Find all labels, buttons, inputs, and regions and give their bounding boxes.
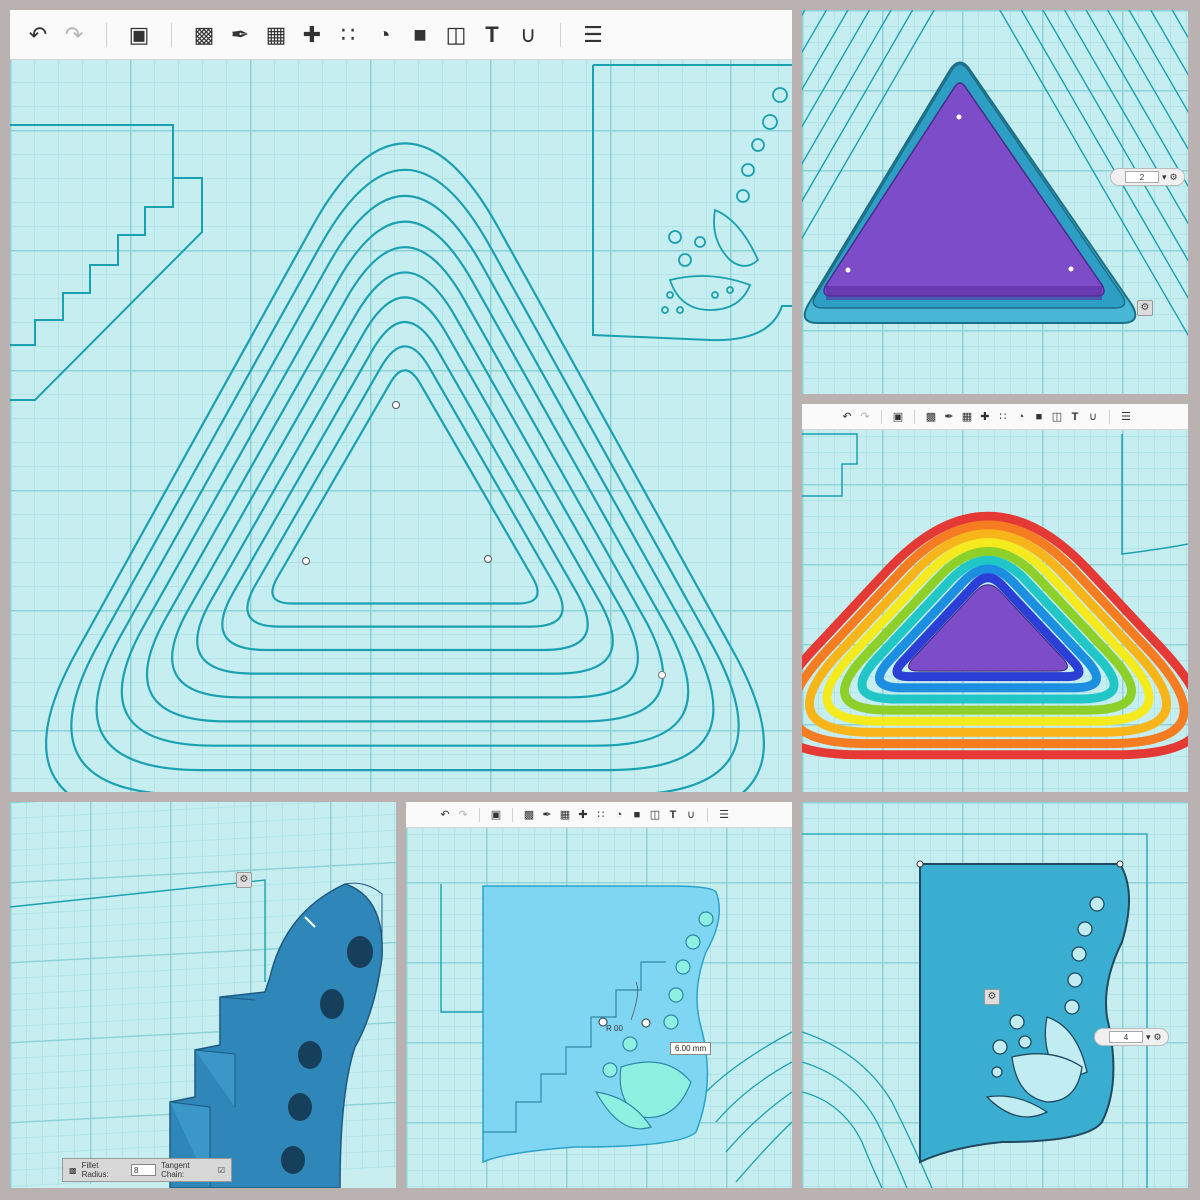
undo-icon[interactable]: ↶ xyxy=(838,407,856,427)
snap-icon[interactable]: ∷ xyxy=(994,407,1012,427)
offset-spinner[interactable]: 4 ▾ ⚙ xyxy=(1094,1028,1169,1046)
offset-spinner-value[interactable]: 2 xyxy=(1125,171,1159,183)
measure-icon[interactable]: ∪ xyxy=(682,805,700,825)
toolbar-divider xyxy=(171,22,172,47)
radius-label: R 00 xyxy=(606,1024,623,1033)
main-toolbar: ↶ ↷ ▣ ▩ ✒ ▦ ✚ ∷ ◔ ■ ◫ T ∪ ☰ xyxy=(10,10,792,60)
combine-icon[interactable]: ◔ xyxy=(610,805,628,825)
gear-icon[interactable]: ⚙ xyxy=(1170,172,1178,183)
redo-icon[interactable]: ↷ xyxy=(56,17,92,53)
sketch-drawing xyxy=(10,64,792,792)
rainbow-stack-panel[interactable]: ↶ ↷ ▣ ▩ ✒ ▦ ✚ ∷ ◔ ■ ◫ T ∪ ☰ xyxy=(802,404,1188,792)
toolbar-divider xyxy=(1109,409,1110,424)
top-right-3d-panel[interactable]: 2 ▾ ⚙ ⚙ xyxy=(802,10,1188,394)
revolve-icon[interactable]: ▦ xyxy=(556,805,574,825)
sweep-icon[interactable]: ✒ xyxy=(940,407,958,427)
redo-icon[interactable]: ↷ xyxy=(856,407,874,427)
offset-spinner[interactable]: 2 ▾ ⚙ xyxy=(1110,168,1185,186)
materials-icon[interactable]: ☰ xyxy=(715,805,733,825)
text-tool-icon[interactable]: T xyxy=(474,17,510,53)
dropdown-arrow-icon[interactable]: ▾ xyxy=(1162,172,1167,183)
combine-icon[interactable]: ◔ xyxy=(366,17,402,53)
plate-sketch-drawing xyxy=(440,884,792,1183)
text-tool-icon[interactable]: T xyxy=(1066,407,1084,427)
pattern-icon[interactable]: ✚ xyxy=(976,407,994,427)
mini-toolbar: ↶ ↷ ▣ ▩ ✒ ▦ ✚ ∷ ◔ ■ ◫ T ∪ ☰ xyxy=(802,404,1188,430)
gear-icon[interactable]: ⚙ xyxy=(1154,1032,1162,1043)
fillet-toolbar: ▩ Fillet Radius: 8 Tangent Chain: ☑ xyxy=(62,1158,232,1182)
fillet-panel[interactable]: ⚙ ▩ Fillet Radius: 8 Tangent Chain: ☑ xyxy=(10,802,396,1188)
dropdown-arrow-icon[interactable]: ▾ xyxy=(1146,1032,1151,1043)
tangent-chain-label: Tangent Chain: xyxy=(161,1161,190,1179)
dimension-input[interactable]: 6.00 mm xyxy=(670,1042,712,1055)
rainbow-drawing xyxy=(802,433,1188,760)
extrude-icon[interactable]: ▩ xyxy=(186,17,222,53)
fillet-radius-input[interactable]: 8 xyxy=(130,1164,157,1176)
extruded-plate-drawing xyxy=(10,879,383,1188)
snap-icon[interactable]: ∷ xyxy=(592,805,610,825)
toolbar-divider xyxy=(479,807,480,822)
extrude-icon[interactable]: ▩ xyxy=(922,407,940,427)
combine-icon[interactable]: ◔ xyxy=(1012,407,1030,427)
offset-spinner-value[interactable]: 4 xyxy=(1109,1031,1143,1043)
split-icon[interactable]: ◫ xyxy=(646,805,664,825)
measure-icon[interactable]: ∪ xyxy=(510,17,546,53)
tangent-chain-checkbox[interactable]: ☑ xyxy=(218,1166,225,1175)
materials-icon[interactable]: ☰ xyxy=(575,17,611,53)
dimension-panel[interactable]: 6.00 mm R 00 ↶ ↷ ▣ ▩ ✒ ▦ ✚ ∷ ◔ ■ ◫ T ∪ ☰ xyxy=(406,802,792,1188)
extrude-icon[interactable]: ▩ xyxy=(520,805,538,825)
toolbar-divider xyxy=(106,22,107,47)
add-primitive-icon[interactable]: ▣ xyxy=(889,407,907,427)
pattern-icon[interactable]: ✚ xyxy=(574,805,592,825)
toolbar-divider xyxy=(914,409,915,424)
shell-icon[interactable]: ■ xyxy=(1030,407,1048,427)
sweep-icon[interactable]: ✒ xyxy=(538,805,556,825)
pattern-icon[interactable]: ✚ xyxy=(294,17,330,53)
settings-gear-icon[interactable]: ⚙ xyxy=(236,872,252,888)
offset-outline xyxy=(45,142,765,792)
revolve-icon[interactable]: ▦ xyxy=(258,17,294,53)
redo-icon[interactable]: ↷ xyxy=(454,805,472,825)
split-icon[interactable]: ◫ xyxy=(1048,407,1066,427)
tray-drawing xyxy=(802,10,1188,337)
text-tool-icon[interactable]: T xyxy=(664,805,682,825)
shell-icon[interactable]: ■ xyxy=(402,17,438,53)
sweep-icon[interactable]: ✒ xyxy=(222,17,258,53)
settings-gear-icon[interactable]: ⚙ xyxy=(984,989,1000,1005)
add-primitive-icon[interactable]: ▣ xyxy=(487,805,505,825)
undo-icon[interactable]: ↶ xyxy=(436,805,454,825)
revolve-icon[interactable]: ▦ xyxy=(958,407,976,427)
fillet-radius-label: Fillet Radius: xyxy=(81,1161,109,1179)
fillet-icon: ▩ xyxy=(69,1165,77,1175)
main-sketch-panel[interactable]: ↶ ↷ ▣ ▩ ✒ ▦ ✚ ∷ ◔ ■ ◫ T ∪ ☰ xyxy=(10,10,792,792)
toolbar-divider xyxy=(512,807,513,822)
add-primitive-icon[interactable]: ▣ xyxy=(121,17,157,53)
undo-icon[interactable]: ↶ xyxy=(20,17,56,53)
materials-icon[interactable]: ☰ xyxy=(1117,407,1135,427)
measure-icon[interactable]: ∪ xyxy=(1084,407,1102,427)
settings-gear-icon[interactable]: ⚙ xyxy=(1137,300,1153,316)
mini-toolbar: ↶ ↷ ▣ ▩ ✒ ▦ ✚ ∷ ◔ ■ ◫ T ∪ ☰ xyxy=(406,802,792,828)
snap-icon[interactable]: ∷ xyxy=(330,17,366,53)
toolbar-divider xyxy=(560,22,561,47)
toolbar-divider xyxy=(707,807,708,822)
toolbar-divider xyxy=(881,409,882,424)
solid-plate-panel[interactable]: ⚙ 4 ▾ ⚙ xyxy=(802,802,1188,1188)
split-icon[interactable]: ◫ xyxy=(438,17,474,53)
shell-icon[interactable]: ■ xyxy=(628,805,646,825)
